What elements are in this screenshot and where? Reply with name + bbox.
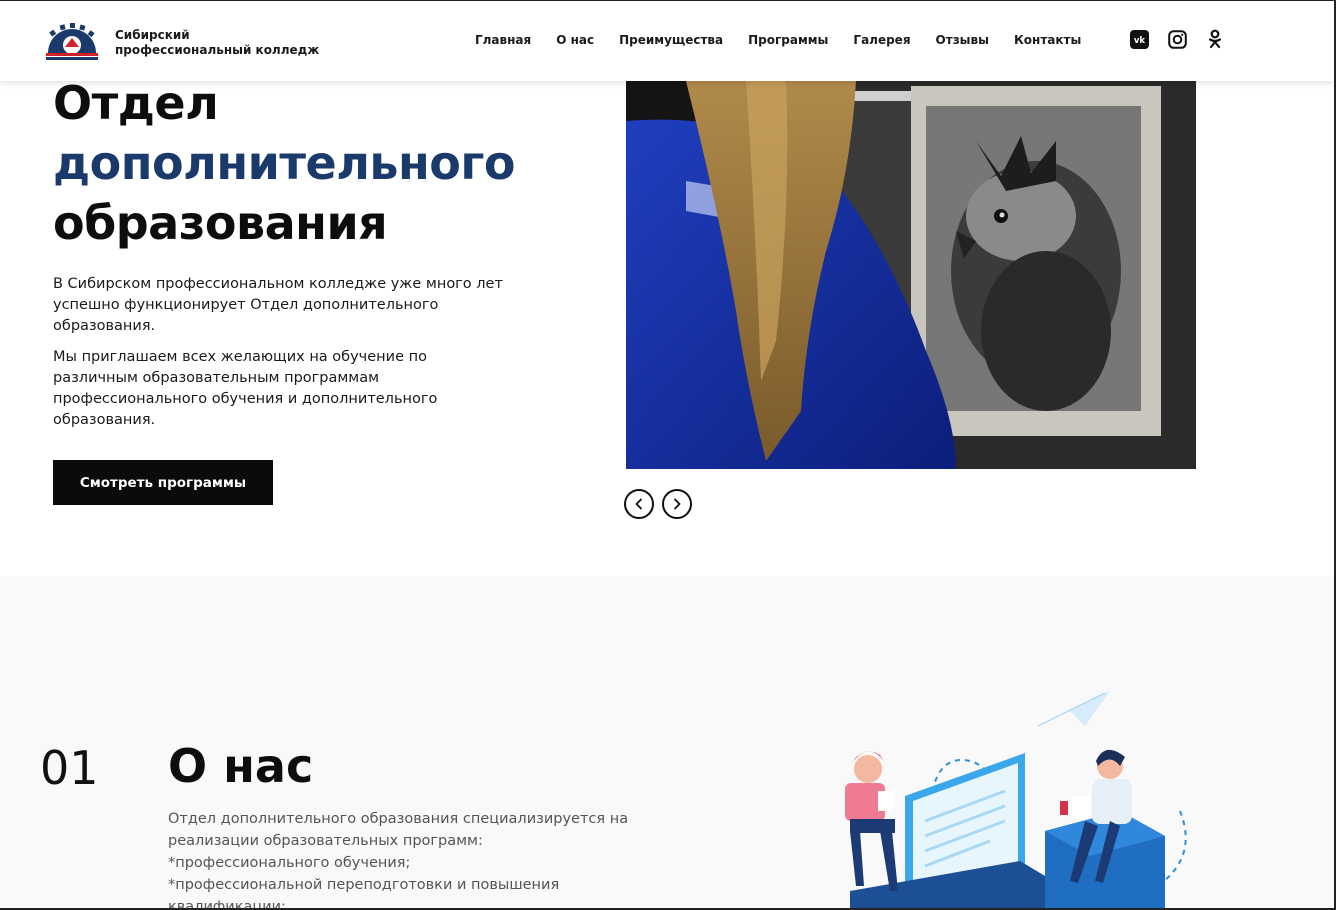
about-text-line-2: реализации образовательных программ: bbox=[168, 833, 483, 849]
hero-paragraph-1: В Сибирском профессиональном колледже уж… bbox=[53, 276, 503, 334]
about-title: О нас bbox=[168, 739, 314, 793]
nav-about[interactable]: О нас bbox=[556, 33, 594, 47]
nav-reviews[interactable]: Отзывы bbox=[936, 33, 989, 47]
site-header: Сибирский профессиональный колледж Главн… bbox=[0, 1, 1334, 81]
nav-programs[interactable]: Программы bbox=[748, 33, 828, 47]
about-text: Отдел дополнительного образования специа… bbox=[168, 808, 648, 910]
hero-title-line-3: образования bbox=[53, 196, 388, 250]
odnoklassniki-icon[interactable] bbox=[1205, 29, 1225, 49]
hero-paragraph-2: Мы приглашаем всех желающих на обучение … bbox=[53, 349, 438, 428]
vk-icon[interactable]: vk bbox=[1129, 29, 1149, 49]
nav-contacts[interactable]: Контакты bbox=[1014, 33, 1081, 47]
section-number: 01 bbox=[40, 741, 99, 795]
brand-line-2: профессиональный колледж bbox=[115, 43, 320, 57]
main-nav: Главная О нас Преимущества Программы Гал… bbox=[475, 33, 1106, 47]
about-section: 01 О нас Отдел дополнительного образован… bbox=[0, 576, 1334, 910]
chevron-right-icon bbox=[674, 498, 681, 510]
slider-prev-button[interactable] bbox=[624, 489, 654, 519]
brand-line-1: Сибирский bbox=[115, 28, 190, 42]
view-programs-button[interactable]: Смотреть программы bbox=[53, 460, 273, 505]
svg-text:vk: vk bbox=[1133, 36, 1145, 46]
about-text-line-3: *профессионального обучения; bbox=[168, 855, 411, 871]
chevron-left-icon bbox=[635, 498, 642, 510]
college-logo[interactable] bbox=[44, 23, 100, 61]
nav-home[interactable]: Главная bbox=[475, 33, 531, 47]
page: Сибирский профессиональный колледж Главн… bbox=[0, 0, 1336, 910]
brand-name[interactable]: Сибирский профессиональный колледж bbox=[115, 28, 319, 58]
education-illustration bbox=[845, 691, 1187, 908]
instagram-icon[interactable] bbox=[1167, 29, 1187, 49]
nav-advantages[interactable]: Преимущества bbox=[619, 33, 723, 47]
hero-slider-image bbox=[626, 81, 1196, 469]
slider-next-button[interactable] bbox=[662, 489, 692, 519]
hero-title-line-2: дополнительного bbox=[53, 136, 516, 190]
about-text-line-4: *профессиональной переподготовки и повыш… bbox=[168, 877, 560, 893]
about-text-line-5: квалификации; bbox=[168, 899, 286, 910]
about-text-line-1: Отдел дополнительного образования специа… bbox=[168, 811, 629, 827]
hero-title: Отдел дополнительного образования bbox=[53, 73, 516, 253]
hero-title-line-1: Отдел bbox=[53, 76, 219, 130]
nav-gallery[interactable]: Галерея bbox=[853, 33, 910, 47]
